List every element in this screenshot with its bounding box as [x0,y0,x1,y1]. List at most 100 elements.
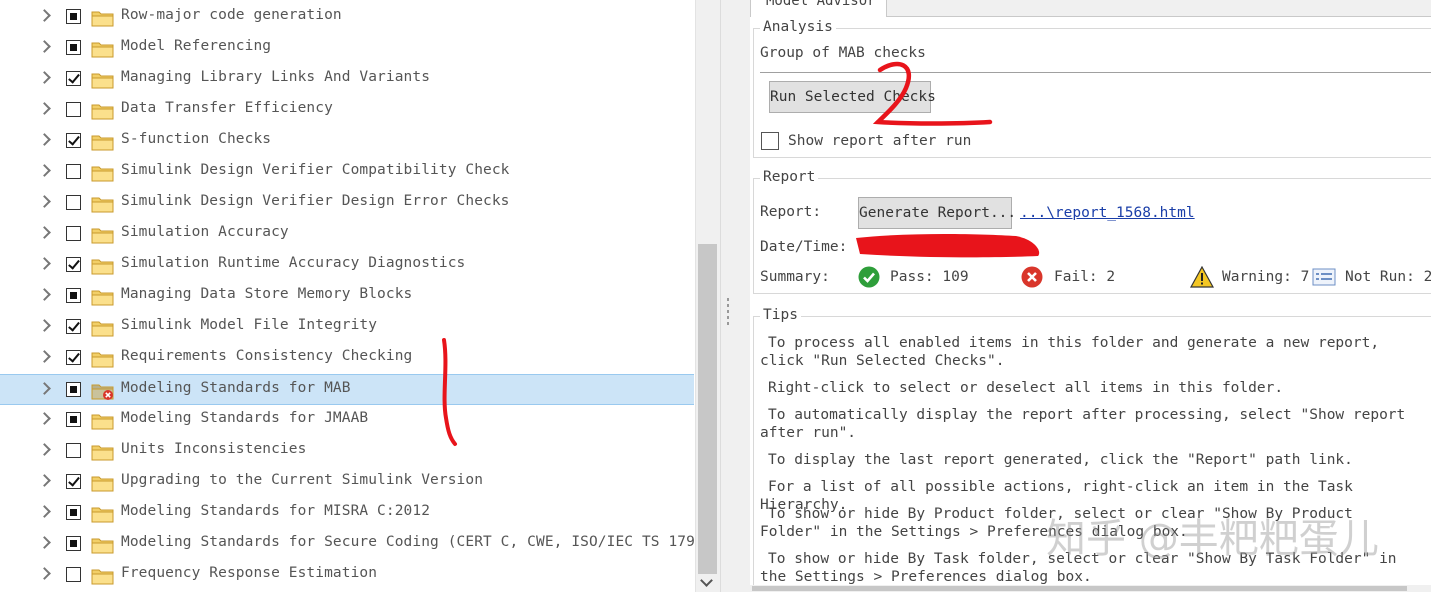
tree-checkbox[interactable] [66,226,81,241]
tree-item-label: Managing Data Store Memory Blocks [121,286,413,302]
details-horizontal-scrollbar[interactable] [750,585,1431,592]
expand-chevron-icon[interactable] [38,257,51,270]
tab-model-advisor[interactable]: Model Advisor [750,0,887,17]
splitter-grip-dot [727,310,729,313]
tree-row[interactable]: Simulink Design Verifier Compatibility C… [0,157,694,188]
task-hierarchy-tree: Row-major code generation Model Referenci… [0,0,694,592]
expand-chevron-icon[interactable] [38,195,51,208]
tree-row[interactable]: Managing Library Links And Variants [0,64,694,95]
tree-row[interactable]: Simulink Model File Integrity [0,312,694,343]
tree-row[interactable]: Simulation Runtime Accuracy Diagnostics [0,250,694,281]
not-run-count: Not Run: 23 [1345,269,1431,285]
tree-item-label: Managing Library Links And Variants [121,69,431,85]
tree-checkbox[interactable] [66,71,81,86]
expand-chevron-icon[interactable] [38,474,51,487]
tree-checkbox[interactable] [66,474,81,489]
folder-icon [91,40,115,58]
tree-row[interactable]: S-function Checks [0,126,694,157]
expand-chevron-icon[interactable] [38,567,51,580]
tree-row[interactable]: Simulation Accuracy [0,219,694,250]
fail-count: Fail: 2 [1054,269,1116,285]
expand-chevron-icon[interactable] [38,226,51,239]
folder-icon [91,567,115,585]
report-title: Report [760,169,819,185]
tree-row[interactable]: Modeling Standards for MISRA C:2012 [0,498,694,529]
tip-text: To process all enabled items in this fol… [760,335,1380,369]
show-report-checkbox[interactable] [761,132,779,150]
expand-chevron-icon[interactable] [38,288,51,301]
folder-icon [91,474,115,492]
tree-checkbox[interactable] [66,9,81,24]
tree-checkbox[interactable] [66,350,81,365]
expand-chevron-icon[interactable] [38,102,51,115]
folder-icon [91,288,115,306]
scrollbar-thumb[interactable] [698,244,717,574]
tree-checkbox[interactable] [66,536,81,551]
tree-item-label: Modeling Standards for MAB [121,380,351,396]
tree-row[interactable]: Requirements Consistency Checking [0,343,694,374]
tree-checkbox[interactable] [66,288,81,303]
tree-checkbox[interactable] [66,40,81,55]
tree-checkbox[interactable] [66,164,81,179]
expand-chevron-icon[interactable] [38,382,51,395]
folder-icon [91,350,115,368]
splitter-grip-dot [727,316,729,319]
tree-row[interactable]: Simulink Design Verifier Design Error Ch… [0,188,694,219]
tree-checkbox[interactable] [66,257,81,272]
folder-icon [91,195,115,213]
tree-checkbox[interactable] [66,443,81,458]
expand-chevron-icon[interactable] [38,505,51,518]
expand-chevron-icon[interactable] [38,133,51,146]
scroll-down-arrow-icon[interactable] [700,574,713,587]
tree-checkbox[interactable] [66,567,81,582]
show-report-label: Show report after run [788,133,972,149]
expand-chevron-icon[interactable] [38,319,51,332]
tree-item-label: Simulation Accuracy [121,224,289,240]
report-label: Report: [760,204,822,220]
datetime-label: Date/Time: [760,239,848,255]
tree-item-label: Modeling Standards for Secure Coding (CE… [121,534,694,550]
tree-row[interactable]: Units Inconsistencies [0,436,694,467]
tree-checkbox[interactable] [66,382,81,397]
warning-count: Warning: 7 [1222,269,1310,285]
tree-checkbox[interactable] [66,319,81,334]
tree-row[interactable]: Managing Data Store Memory Blocks [0,281,694,312]
analysis-separator [760,72,1431,73]
scrollbar-thumb[interactable] [752,586,1407,591]
expand-chevron-icon[interactable] [38,536,51,549]
tree-row[interactable]: Row-major code generation [0,2,694,33]
pane-splitter[interactable] [720,0,751,592]
splitter-grip-dot [727,322,729,325]
tree-item-label: Simulink Model File Integrity [121,317,378,333]
expand-chevron-icon[interactable] [38,71,51,84]
expand-chevron-icon[interactable] [38,40,51,53]
tree-checkbox[interactable] [66,102,81,117]
tab-label: Model Advisor [766,0,876,9]
tree-row[interactable]: Modeling Standards for MAB [0,374,694,405]
folder-icon [91,257,115,275]
expand-chevron-icon[interactable] [38,9,51,22]
expand-chevron-icon[interactable] [38,164,51,177]
tree-item-label: Model Referencing [121,38,272,54]
expand-chevron-icon[interactable] [38,350,51,363]
tree-row[interactable]: Model Referencing [0,33,694,64]
tree-vertical-scrollbar[interactable] [695,0,720,592]
tree-checkbox[interactable] [66,505,81,520]
summary-label: Summary: [760,269,830,285]
expand-chevron-icon[interactable] [38,412,51,425]
report-path-link[interactable]: ...\report_1568.html [1020,205,1195,221]
tree-checkbox[interactable] [66,133,81,148]
tree-checkbox[interactable] [66,195,81,210]
tree-row[interactable]: Frequency Response Estimation [0,560,694,591]
folder-icon [91,319,115,337]
tree-row[interactable]: Modeling Standards for JMAAB [0,405,694,436]
folder-icon [91,164,115,182]
tree-item-label: Simulation Runtime Accuracy Diagnostics [121,255,466,271]
folder-icon [91,443,115,461]
generate-report-button[interactable]: Generate Report... [858,197,1016,229]
tree-row[interactable]: Upgrading to the Current Simulink Versio… [0,467,694,498]
expand-chevron-icon[interactable] [38,443,51,456]
tree-checkbox[interactable] [66,412,81,427]
tree-row[interactable]: Modeling Standards for Secure Coding (CE… [0,529,694,560]
tree-row[interactable]: Data Transfer Efficiency [0,95,694,126]
